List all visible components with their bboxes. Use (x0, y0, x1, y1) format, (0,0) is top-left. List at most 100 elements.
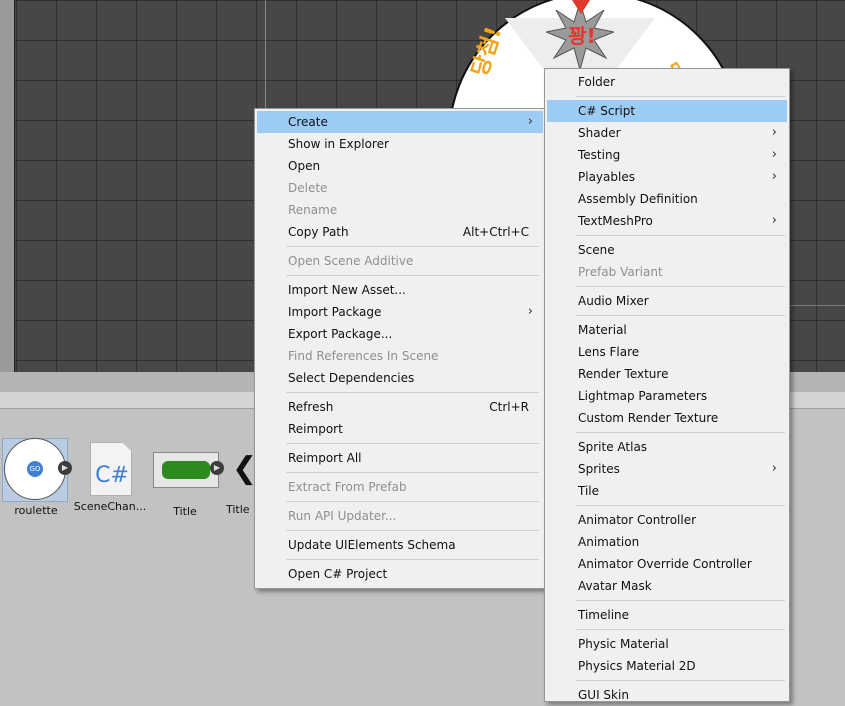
submenu-item-audio-mixer[interactable]: Audio Mixer (547, 290, 787, 312)
menu-item-open-csharp-project[interactable]: Open C# Project (257, 563, 543, 585)
menu-item-label: Scene (578, 243, 615, 257)
submenu-item-timeline[interactable]: Timeline (547, 604, 787, 626)
menu-item-label: Physic Material (578, 637, 669, 651)
submenu-item-testing[interactable]: Testing › (547, 144, 787, 166)
submenu-item-render-texture[interactable]: Render Texture (547, 363, 787, 385)
asset-title-2[interactable]: ❮ Title (226, 452, 257, 517)
menu-item-import-new-asset[interactable]: Import New Asset... (257, 279, 543, 301)
menu-item-create[interactable]: Create › (257, 111, 543, 133)
menu-separator (576, 680, 785, 681)
menu-separator (576, 286, 785, 287)
submenu-item-physic-material[interactable]: Physic Material (547, 633, 787, 655)
menu-item-shortcut: Alt+Ctrl+C (462, 225, 529, 239)
roulette-thumbnail: GO (4, 438, 66, 500)
menu-item-label: Assembly Definition (578, 192, 698, 206)
menu-separator (286, 559, 539, 560)
menu-item-label: TextMeshPro (578, 214, 653, 228)
menu-item-label: Lens Flare (578, 345, 640, 359)
menu-item-label: Copy Path (288, 225, 349, 239)
menu-item-label: Run API Updater... (288, 509, 397, 523)
menu-item-export-package[interactable]: Export Package... (257, 323, 543, 345)
submenu-item-scene[interactable]: Scene (547, 239, 787, 261)
menu-item-show-in-explorer[interactable]: Show in Explorer (257, 133, 543, 155)
menu-item-run-api-updater[interactable]: Run API Updater... (257, 505, 543, 527)
menu-separator (576, 629, 785, 630)
menu-item-label: Sprite Atlas (578, 440, 648, 454)
menu-item-select-dependencies[interactable]: Select Dependencies (257, 367, 543, 389)
menu-item-import-package[interactable]: Import Package › (257, 301, 543, 323)
roulette-top-text: 꽝! (568, 24, 596, 48)
chevron-right-icon: › (771, 213, 777, 228)
submenu-item-folder[interactable]: Folder (547, 71, 787, 93)
asset-label: SceneChan... (73, 500, 147, 513)
submenu-item-avatar-mask[interactable]: Avatar Mask (547, 575, 787, 597)
menu-item-delete[interactable]: Delete (257, 177, 543, 199)
menu-item-label: Reimport (288, 422, 343, 436)
submenu-item-lens-flare[interactable]: Lens Flare (547, 341, 787, 363)
asset-label: Title (173, 505, 197, 518)
menu-item-open-scene-additive[interactable]: Open Scene Additive (257, 250, 543, 272)
menu-item-label: Animator Controller (578, 513, 697, 527)
asset-thumb-text: GO (27, 461, 43, 477)
menu-item-label: Export Package... (288, 327, 393, 341)
menu-item-label: Create (288, 115, 328, 129)
submenu-item-sprite-atlas[interactable]: Sprite Atlas (547, 436, 787, 458)
menu-separator (576, 432, 785, 433)
submenu-item-assembly-definition[interactable]: Assembly Definition (547, 188, 787, 210)
menu-item-label: Playables (578, 170, 635, 184)
menu-item-reimport-all[interactable]: Reimport All (257, 447, 543, 469)
menu-separator (286, 472, 539, 473)
submenu-item-textmeshpro[interactable]: TextMeshPro › (547, 210, 787, 232)
menu-item-open[interactable]: Open (257, 155, 543, 177)
submenu-item-sprites[interactable]: Sprites › (547, 458, 787, 480)
asset-roulette[interactable]: GO roulette (4, 438, 76, 517)
menu-item-refresh[interactable]: Refresh Ctrl+R (257, 396, 543, 418)
menu-item-update-uielements-schema[interactable]: Update UIElements Schema (257, 534, 543, 556)
menu-separator (576, 235, 785, 236)
submenu-item-custom-render-texture[interactable]: Custom Render Texture (547, 407, 787, 429)
menu-item-find-references[interactable]: Find References In Scene (257, 345, 543, 367)
asset-label: Title (226, 503, 250, 516)
menu-separator (576, 505, 785, 506)
submenu-item-material[interactable]: Material (547, 319, 787, 341)
submenu-item-lightmap-parameters[interactable]: Lightmap Parameters (547, 385, 787, 407)
submenu-item-animator-override-controller[interactable]: Animator Override Controller (547, 553, 787, 575)
chevron-right-icon: › (771, 125, 777, 140)
menu-item-label: Render Texture (578, 367, 669, 381)
submenu-item-gui-skin[interactable]: GUI Skin (547, 684, 787, 706)
menu-item-label: Sprites (578, 462, 620, 476)
menu-separator (286, 246, 539, 247)
prefab-expand-icon[interactable]: ▶ (58, 461, 72, 475)
menu-separator (286, 275, 539, 276)
roulette-pointer (572, 0, 590, 14)
asset-scene-changer[interactable]: C# SceneChan... (74, 442, 150, 513)
menu-separator (286, 501, 539, 502)
submenu-item-physics-material-2d[interactable]: Physics Material 2D (547, 655, 787, 677)
submenu-item-csharp-script[interactable]: C# Script (547, 100, 787, 122)
submenu-item-shader[interactable]: Shader › (547, 122, 787, 144)
prefab-expand-icon[interactable]: ▶ (210, 461, 224, 475)
asset-thumb-text: C# (95, 463, 129, 488)
menu-item-extract-from-prefab[interactable]: Extract From Prefab (257, 476, 543, 498)
submenu-item-tile[interactable]: Tile (547, 480, 787, 502)
menu-item-label: Prefab Variant (578, 265, 663, 279)
menu-item-label: Avatar Mask (578, 579, 652, 593)
menu-item-label: Import Package (288, 305, 382, 319)
submenu-item-animator-controller[interactable]: Animator Controller (547, 509, 787, 531)
menu-item-label: Rename (288, 203, 338, 217)
menu-item-label: Physics Material 2D (578, 659, 696, 673)
menu-item-copy-path[interactable]: Copy Path Alt+Ctrl+C (257, 221, 543, 243)
create-submenu: Folder C# Script Shader › Testing › Play… (544, 68, 790, 702)
chevron-right-icon: › (771, 169, 777, 184)
menu-item-rename[interactable]: Rename (257, 199, 543, 221)
submenu-item-prefab-variant[interactable]: Prefab Variant (547, 261, 787, 283)
menu-item-label: Extract From Prefab (288, 480, 407, 494)
scene-guide-line (789, 305, 845, 306)
menu-item-label: Shader (578, 126, 621, 140)
menu-item-label: Open C# Project (288, 567, 388, 581)
menu-item-reimport[interactable]: Reimport (257, 418, 543, 440)
menu-item-label: Animation (578, 535, 640, 549)
submenu-item-animation[interactable]: Animation (547, 531, 787, 553)
submenu-item-playables[interactable]: Playables › (547, 166, 787, 188)
menu-item-label: Select Dependencies (288, 371, 415, 385)
